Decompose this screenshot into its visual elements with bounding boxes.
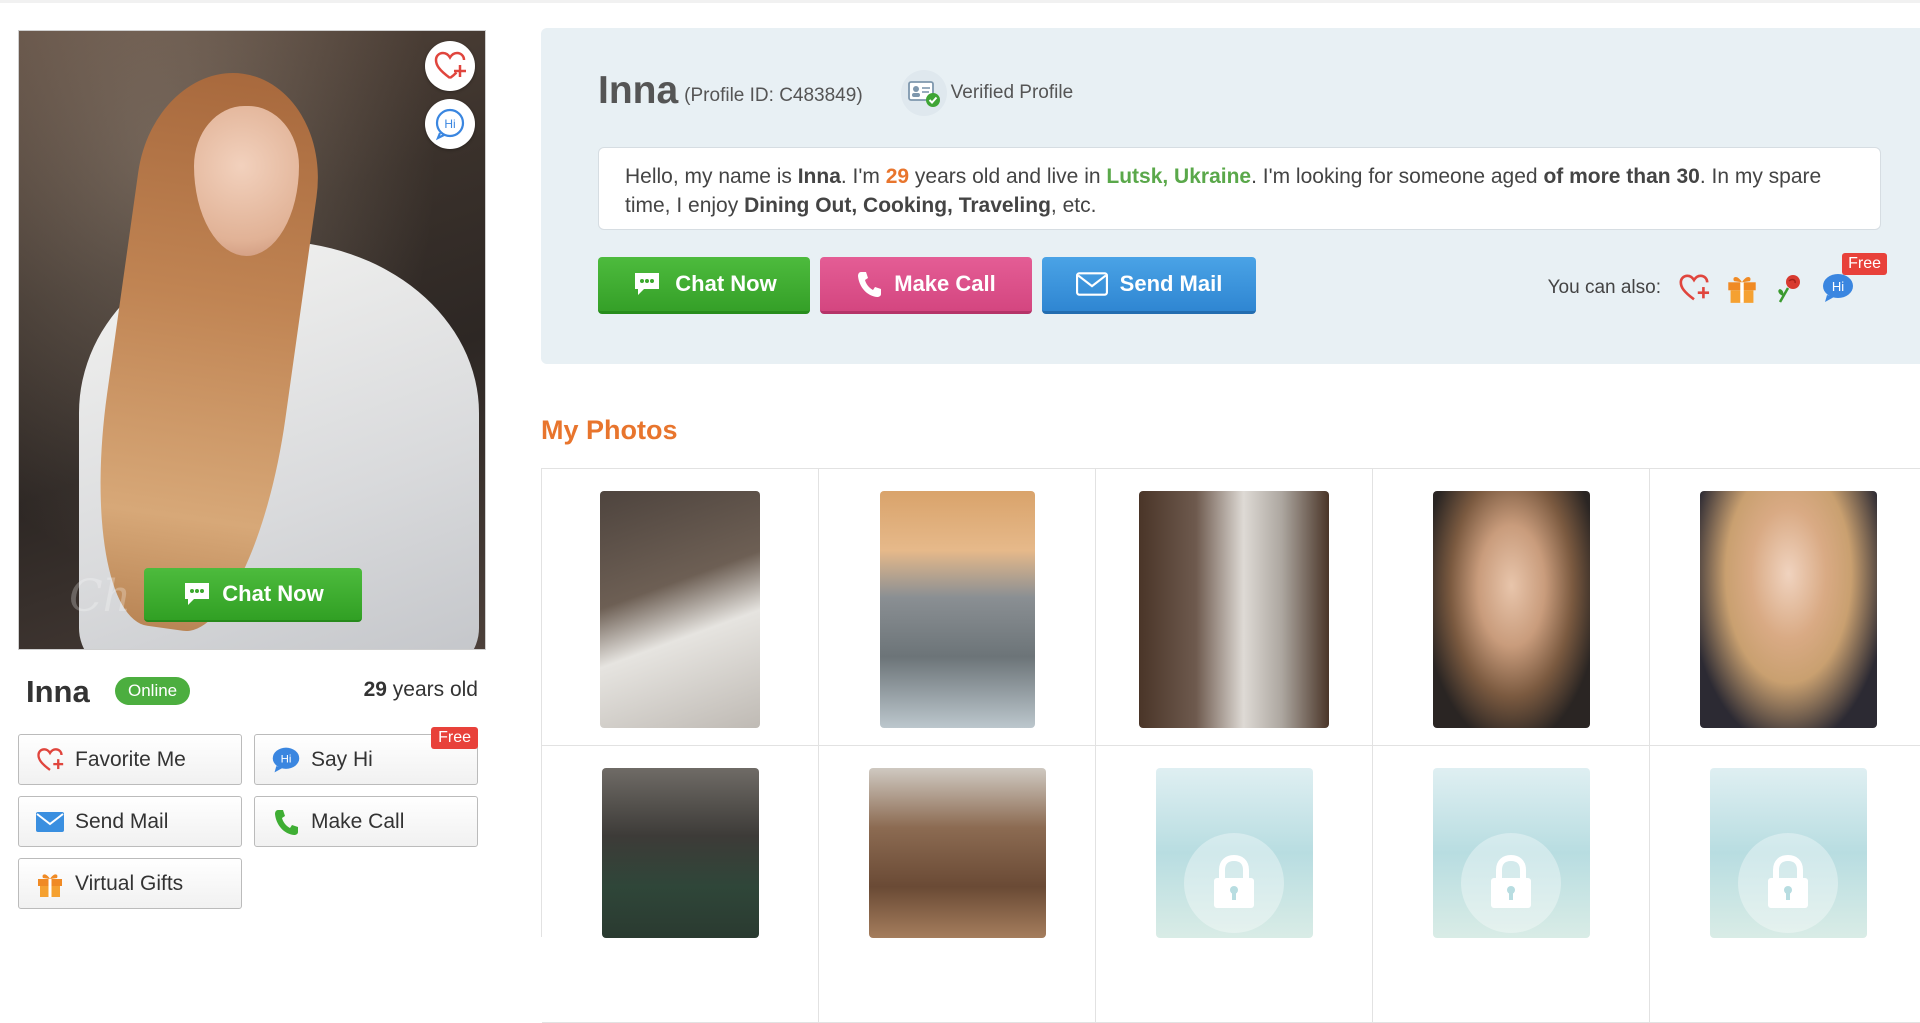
send-mail-label: Send Mail	[75, 809, 169, 833]
chat-bubble-icon	[185, 583, 210, 605]
top-divider	[0, 0, 1920, 3]
photo-cell	[1373, 469, 1650, 746]
main-profile-photo[interactable]: Ch com Hi Chat Now	[18, 30, 486, 650]
photo-cell	[542, 746, 819, 1023]
lock-icon	[1768, 854, 1808, 908]
photo-grid	[541, 468, 1920, 1023]
profile-sidebar: Ch com Hi Chat Now Inna	[18, 30, 486, 909]
intro-text: , etc.	[1050, 194, 1097, 217]
locked-photo[interactable]	[1432, 768, 1590, 938]
send-mail-button[interactable]: Send Mail	[18, 796, 242, 847]
virtual-gifts-label: Virtual Gifts	[75, 871, 184, 895]
chat-now-button[interactable]: Chat Now	[598, 257, 810, 314]
name-row: Inna Online 29 years old	[18, 650, 486, 722]
photo-cell	[542, 469, 819, 746]
say-hi-label: Say Hi	[311, 747, 373, 771]
locked-photo[interactable]	[1709, 768, 1867, 938]
gift-icon[interactable]	[1725, 271, 1759, 305]
photo-cell	[819, 746, 1096, 1023]
photo-thumbnail[interactable]	[1432, 491, 1590, 728]
hi-bubble-icon[interactable]: Hi Free	[1821, 253, 1887, 305]
intro-city: Lutsk, Ukraine	[1106, 165, 1252, 188]
photo-cell	[1096, 469, 1373, 746]
photo-thumbnail[interactable]	[600, 491, 760, 728]
you-can-also-label: You can also:	[1547, 277, 1661, 298]
phone-icon	[858, 272, 882, 297]
photo-cell	[1373, 746, 1650, 1023]
profile-name: Inna	[26, 674, 90, 709]
verified-id-card-icon	[900, 70, 947, 116]
photo-thumbnail[interactable]	[1139, 491, 1329, 728]
my-photos-heading: My Photos	[541, 415, 678, 445]
intro-hobbies: Dining Out, Cooking, Traveling	[744, 194, 1051, 217]
virtual-gifts-button[interactable]: Virtual Gifts	[18, 858, 242, 909]
verified-label: Verified Profile	[950, 82, 1074, 103]
say-hi-button[interactable]: Hi Say Hi Free	[254, 727, 478, 785]
intro-name: Inna	[797, 165, 841, 188]
photo-cell	[1650, 746, 1920, 1023]
say-hi-bubble-button[interactable]: Hi	[425, 99, 475, 149]
age-suffix: years old	[392, 678, 478, 701]
rose-icon[interactable]	[1773, 271, 1807, 305]
envelope-icon	[1075, 272, 1108, 296]
send-mail-label: Send Mail	[1119, 271, 1223, 296]
age-number: 29	[363, 678, 387, 701]
photo-cell	[819, 469, 1096, 746]
photo-cell	[1650, 469, 1920, 746]
make-call-button[interactable]: Make Call	[820, 257, 1032, 314]
lock-icon	[1214, 854, 1254, 908]
svg-text:Hi: Hi	[444, 117, 455, 131]
hi-bubble-icon: Hi	[435, 108, 465, 141]
photo-chat-now-button[interactable]: Chat Now	[144, 568, 362, 622]
chat-bubble-icon	[635, 273, 660, 295]
photo-chat-now-label: Chat Now	[222, 581, 324, 606]
photo-thumbnail[interactable]	[601, 768, 759, 938]
locked-photo[interactable]	[1155, 768, 1313, 938]
profile-title-row: Inna (Profile ID: C483849) Verified Prof…	[598, 66, 1073, 116]
intro-text: . I'm	[840, 165, 886, 188]
favorite-me-button[interactable]: Favorite Me	[18, 734, 242, 785]
profile-header-card: Inna (Profile ID: C483849) Verified Prof…	[541, 28, 1920, 364]
intro-age-preference: of more than 30	[1543, 165, 1700, 188]
profile-age: 29 years old	[364, 678, 478, 702]
favorite-heart-button[interactable]	[425, 41, 475, 91]
photo-thumbnail[interactable]	[1699, 491, 1877, 728]
heart-plus-icon	[35, 745, 65, 775]
make-call-label: Make Call	[311, 809, 405, 833]
gift-icon	[35, 869, 65, 899]
photo-thumbnail[interactable]	[868, 768, 1046, 938]
hi-bubble-icon: Hi	[271, 745, 301, 775]
intro-text: . I'm looking for someone aged	[1251, 165, 1544, 188]
send-mail-button[interactable]: Send Mail	[1042, 257, 1256, 314]
profile-title-name: Inna	[598, 69, 679, 112]
photo-thumbnail[interactable]	[879, 491, 1035, 728]
heart-plus-icon	[434, 51, 466, 80]
you-can-also: You can also: Hi Free	[1547, 253, 1887, 305]
intro-text: years old and live in	[909, 165, 1107, 188]
free-badge: Free	[1842, 253, 1887, 275]
intro-age: 29	[885, 165, 910, 188]
chat-now-label: Chat Now	[675, 271, 777, 296]
intro-text: Hello, my name is	[625, 165, 798, 188]
make-call-button[interactable]: Make Call	[254, 796, 478, 847]
heart-plus-icon[interactable]	[1677, 271, 1711, 305]
online-status-badge: Online	[115, 677, 191, 705]
intro-text-box: Hello, my name is Inna. I'm 29 years old…	[598, 147, 1881, 230]
svg-text:Hi: Hi	[281, 753, 292, 765]
phone-icon	[271, 807, 301, 837]
svg-text:Hi: Hi	[1832, 279, 1844, 294]
favorite-me-label: Favorite Me	[75, 747, 186, 771]
envelope-icon	[35, 807, 65, 837]
lock-icon	[1491, 854, 1531, 908]
photo-cell	[1096, 746, 1373, 1023]
make-call-label: Make Call	[894, 271, 996, 296]
verified-profile: Verified Profile	[900, 70, 1074, 116]
free-badge: Free	[431, 727, 478, 749]
profile-id: (Profile ID: C483849)	[684, 85, 863, 106]
